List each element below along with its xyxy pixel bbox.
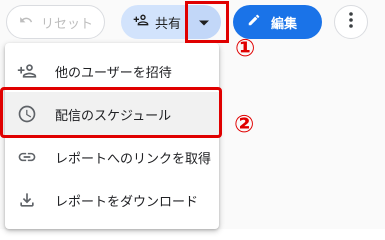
annotation-highlight-schedule — [0, 87, 222, 138]
more-vert-icon — [349, 12, 353, 32]
share-label: 共有 — [155, 16, 182, 32]
menu-item-download-report[interactable]: レポートをダウンロード — [5, 178, 219, 222]
menu-item-label: レポートへのリンクを取得 — [55, 151, 212, 167]
person-add-icon — [133, 12, 155, 32]
link-icon — [17, 147, 37, 167]
menu-item-label: 他のユーザーを招待 — [55, 65, 172, 81]
annotation-marker-1: ① — [235, 34, 256, 62]
menu-item-get-report-link[interactable]: レポートへのリンクを取得 — [5, 135, 219, 179]
annotation-marker-2: ② — [234, 110, 255, 138]
annotation-highlight-dropdown — [185, 1, 229, 43]
pencil-icon — [247, 13, 271, 31]
menu-item-label: レポートをダウンロード — [55, 194, 199, 210]
person-add-icon — [17, 61, 37, 81]
download-icon — [17, 190, 37, 210]
undo-icon — [19, 13, 41, 31]
more-options-button[interactable] — [334, 5, 368, 39]
reset-button[interactable]: リセット — [6, 5, 105, 39]
edit-label: 編集 — [271, 16, 298, 32]
reset-label: リセット — [41, 16, 94, 32]
share-button[interactable]: 共有 — [121, 5, 187, 39]
